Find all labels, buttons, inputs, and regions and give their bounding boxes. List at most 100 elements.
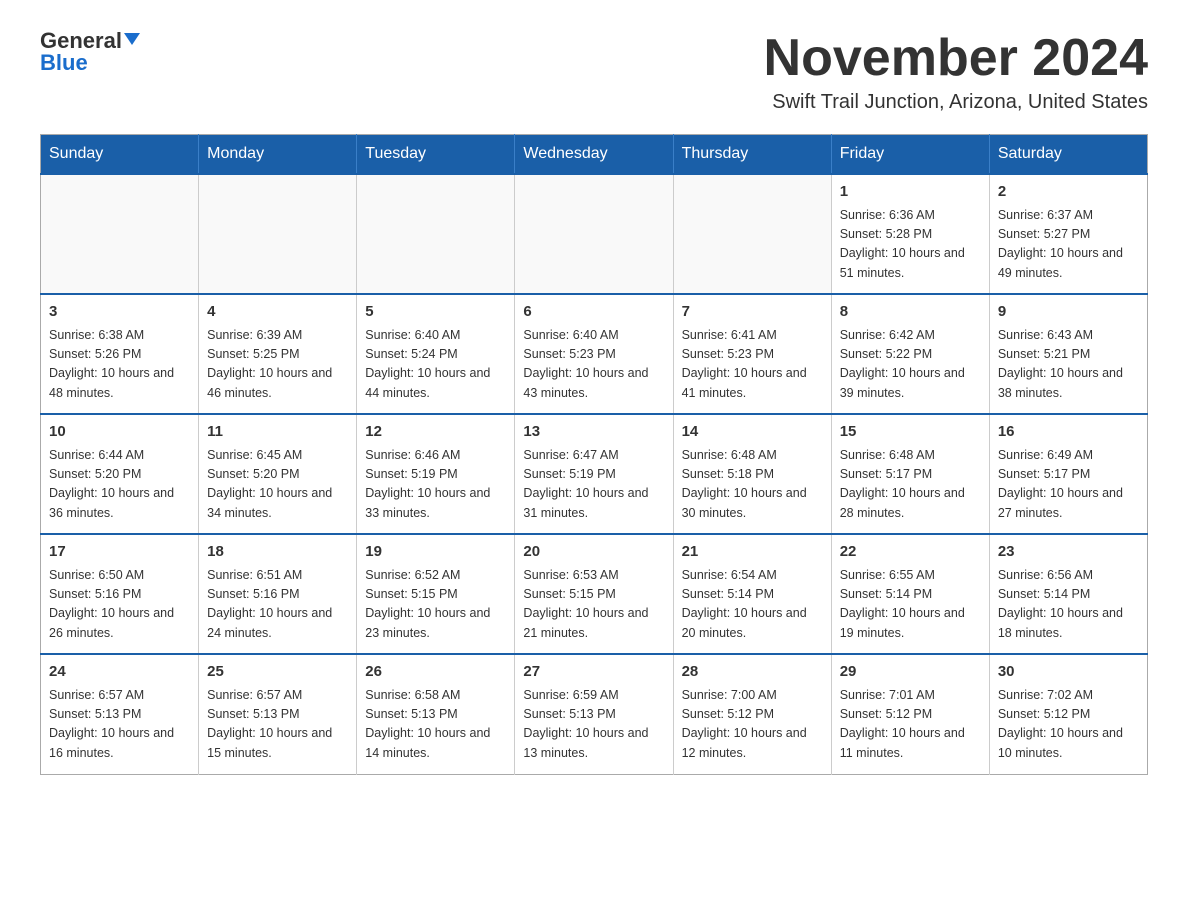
- logo-line2: Blue: [40, 52, 88, 74]
- day-number: 1: [840, 181, 981, 204]
- calendar-cell: 10Sunrise: 6:44 AMSunset: 5:20 PMDayligh…: [41, 414, 199, 534]
- calendar-table: SundayMondayTuesdayWednesdayThursdayFrid…: [40, 134, 1148, 775]
- day-number: 29: [840, 661, 981, 684]
- day-info: Sunrise: 6:51 AMSunset: 5:16 PMDaylight:…: [207, 566, 348, 644]
- calendar-cell: 20Sunrise: 6:53 AMSunset: 5:15 PMDayligh…: [515, 534, 673, 654]
- day-info: Sunrise: 6:36 AMSunset: 5:28 PMDaylight:…: [840, 206, 981, 284]
- day-info: Sunrise: 6:53 AMSunset: 5:15 PMDaylight:…: [523, 566, 664, 644]
- month-title: November 2024: [764, 30, 1148, 87]
- day-number: 9: [998, 301, 1139, 324]
- calendar-cell: 2Sunrise: 6:37 AMSunset: 5:27 PMDaylight…: [989, 174, 1147, 294]
- weekday-header-friday: Friday: [831, 135, 989, 175]
- logo-line1: General: [40, 30, 140, 52]
- weekday-header-wednesday: Wednesday: [515, 135, 673, 175]
- day-number: 13: [523, 421, 664, 444]
- calendar-cell: 8Sunrise: 6:42 AMSunset: 5:22 PMDaylight…: [831, 294, 989, 414]
- calendar-cell: [673, 174, 831, 294]
- day-info: Sunrise: 6:49 AMSunset: 5:17 PMDaylight:…: [998, 446, 1139, 524]
- day-number: 25: [207, 661, 348, 684]
- day-info: Sunrise: 7:00 AMSunset: 5:12 PMDaylight:…: [682, 686, 823, 764]
- calendar-cell: 26Sunrise: 6:58 AMSunset: 5:13 PMDayligh…: [357, 654, 515, 774]
- day-number: 22: [840, 541, 981, 564]
- logo: General Blue: [40, 30, 140, 74]
- week-row-3: 10Sunrise: 6:44 AMSunset: 5:20 PMDayligh…: [41, 414, 1148, 534]
- calendar-cell: 14Sunrise: 6:48 AMSunset: 5:18 PMDayligh…: [673, 414, 831, 534]
- calendar-cell: [41, 174, 199, 294]
- weekday-header-sunday: Sunday: [41, 135, 199, 175]
- day-info: Sunrise: 7:01 AMSunset: 5:12 PMDaylight:…: [840, 686, 981, 764]
- calendar-cell: 17Sunrise: 6:50 AMSunset: 5:16 PMDayligh…: [41, 534, 199, 654]
- day-info: Sunrise: 6:48 AMSunset: 5:17 PMDaylight:…: [840, 446, 981, 524]
- day-number: 27: [523, 661, 664, 684]
- day-info: Sunrise: 6:52 AMSunset: 5:15 PMDaylight:…: [365, 566, 506, 644]
- day-info: Sunrise: 6:59 AMSunset: 5:13 PMDaylight:…: [523, 686, 664, 764]
- day-number: 26: [365, 661, 506, 684]
- day-number: 15: [840, 421, 981, 444]
- calendar-cell: 24Sunrise: 6:57 AMSunset: 5:13 PMDayligh…: [41, 654, 199, 774]
- day-info: Sunrise: 6:57 AMSunset: 5:13 PMDaylight:…: [207, 686, 348, 764]
- calendar-cell: 9Sunrise: 6:43 AMSunset: 5:21 PMDaylight…: [989, 294, 1147, 414]
- day-number: 7: [682, 301, 823, 324]
- day-info: Sunrise: 6:47 AMSunset: 5:19 PMDaylight:…: [523, 446, 664, 524]
- calendar-cell: [515, 174, 673, 294]
- day-number: 19: [365, 541, 506, 564]
- calendar-cell: [199, 174, 357, 294]
- day-info: Sunrise: 6:55 AMSunset: 5:14 PMDaylight:…: [840, 566, 981, 644]
- day-number: 18: [207, 541, 348, 564]
- day-info: Sunrise: 6:39 AMSunset: 5:25 PMDaylight:…: [207, 326, 348, 404]
- day-info: Sunrise: 6:50 AMSunset: 5:16 PMDaylight:…: [49, 566, 190, 644]
- weekday-header-thursday: Thursday: [673, 135, 831, 175]
- calendar-cell: 4Sunrise: 6:39 AMSunset: 5:25 PMDaylight…: [199, 294, 357, 414]
- day-info: Sunrise: 6:40 AMSunset: 5:23 PMDaylight:…: [523, 326, 664, 404]
- calendar-cell: 23Sunrise: 6:56 AMSunset: 5:14 PMDayligh…: [989, 534, 1147, 654]
- day-number: 2: [998, 181, 1139, 204]
- calendar-cell: 16Sunrise: 6:49 AMSunset: 5:17 PMDayligh…: [989, 414, 1147, 534]
- day-number: 30: [998, 661, 1139, 684]
- calendar-cell: 7Sunrise: 6:41 AMSunset: 5:23 PMDaylight…: [673, 294, 831, 414]
- calendar-cell: 22Sunrise: 6:55 AMSunset: 5:14 PMDayligh…: [831, 534, 989, 654]
- day-info: Sunrise: 6:46 AMSunset: 5:19 PMDaylight:…: [365, 446, 506, 524]
- day-number: 21: [682, 541, 823, 564]
- day-info: Sunrise: 6:41 AMSunset: 5:23 PMDaylight:…: [682, 326, 823, 404]
- day-number: 16: [998, 421, 1139, 444]
- title-area: November 2024 Swift Trail Junction, Ariz…: [764, 30, 1148, 114]
- calendar-cell: 27Sunrise: 6:59 AMSunset: 5:13 PMDayligh…: [515, 654, 673, 774]
- week-row-4: 17Sunrise: 6:50 AMSunset: 5:16 PMDayligh…: [41, 534, 1148, 654]
- logo-triangle-icon: [124, 33, 140, 45]
- week-row-5: 24Sunrise: 6:57 AMSunset: 5:13 PMDayligh…: [41, 654, 1148, 774]
- page-header: General Blue November 2024 Swift Trail J…: [40, 30, 1148, 114]
- day-number: 17: [49, 541, 190, 564]
- calendar-cell: 13Sunrise: 6:47 AMSunset: 5:19 PMDayligh…: [515, 414, 673, 534]
- weekday-header-row: SundayMondayTuesdayWednesdayThursdayFrid…: [41, 135, 1148, 175]
- day-number: 6: [523, 301, 664, 324]
- day-number: 10: [49, 421, 190, 444]
- day-number: 28: [682, 661, 823, 684]
- day-info: Sunrise: 6:48 AMSunset: 5:18 PMDaylight:…: [682, 446, 823, 524]
- calendar-cell: 15Sunrise: 6:48 AMSunset: 5:17 PMDayligh…: [831, 414, 989, 534]
- day-number: 4: [207, 301, 348, 324]
- calendar-cell: 19Sunrise: 6:52 AMSunset: 5:15 PMDayligh…: [357, 534, 515, 654]
- day-number: 24: [49, 661, 190, 684]
- day-info: Sunrise: 6:43 AMSunset: 5:21 PMDaylight:…: [998, 326, 1139, 404]
- week-row-2: 3Sunrise: 6:38 AMSunset: 5:26 PMDaylight…: [41, 294, 1148, 414]
- day-number: 3: [49, 301, 190, 324]
- calendar-cell: 11Sunrise: 6:45 AMSunset: 5:20 PMDayligh…: [199, 414, 357, 534]
- day-number: 5: [365, 301, 506, 324]
- day-info: Sunrise: 6:44 AMSunset: 5:20 PMDaylight:…: [49, 446, 190, 524]
- calendar-cell: 25Sunrise: 6:57 AMSunset: 5:13 PMDayligh…: [199, 654, 357, 774]
- day-info: Sunrise: 7:02 AMSunset: 5:12 PMDaylight:…: [998, 686, 1139, 764]
- day-info: Sunrise: 6:56 AMSunset: 5:14 PMDaylight:…: [998, 566, 1139, 644]
- day-info: Sunrise: 6:57 AMSunset: 5:13 PMDaylight:…: [49, 686, 190, 764]
- day-info: Sunrise: 6:37 AMSunset: 5:27 PMDaylight:…: [998, 206, 1139, 284]
- day-number: 23: [998, 541, 1139, 564]
- location-title: Swift Trail Junction, Arizona, United St…: [764, 91, 1148, 114]
- calendar-cell: 6Sunrise: 6:40 AMSunset: 5:23 PMDaylight…: [515, 294, 673, 414]
- weekday-header-saturday: Saturday: [989, 135, 1147, 175]
- calendar-cell: 1Sunrise: 6:36 AMSunset: 5:28 PMDaylight…: [831, 174, 989, 294]
- day-info: Sunrise: 6:58 AMSunset: 5:13 PMDaylight:…: [365, 686, 506, 764]
- day-info: Sunrise: 6:45 AMSunset: 5:20 PMDaylight:…: [207, 446, 348, 524]
- day-info: Sunrise: 6:54 AMSunset: 5:14 PMDaylight:…: [682, 566, 823, 644]
- calendar-cell: [357, 174, 515, 294]
- weekday-header-tuesday: Tuesday: [357, 135, 515, 175]
- calendar-cell: 3Sunrise: 6:38 AMSunset: 5:26 PMDaylight…: [41, 294, 199, 414]
